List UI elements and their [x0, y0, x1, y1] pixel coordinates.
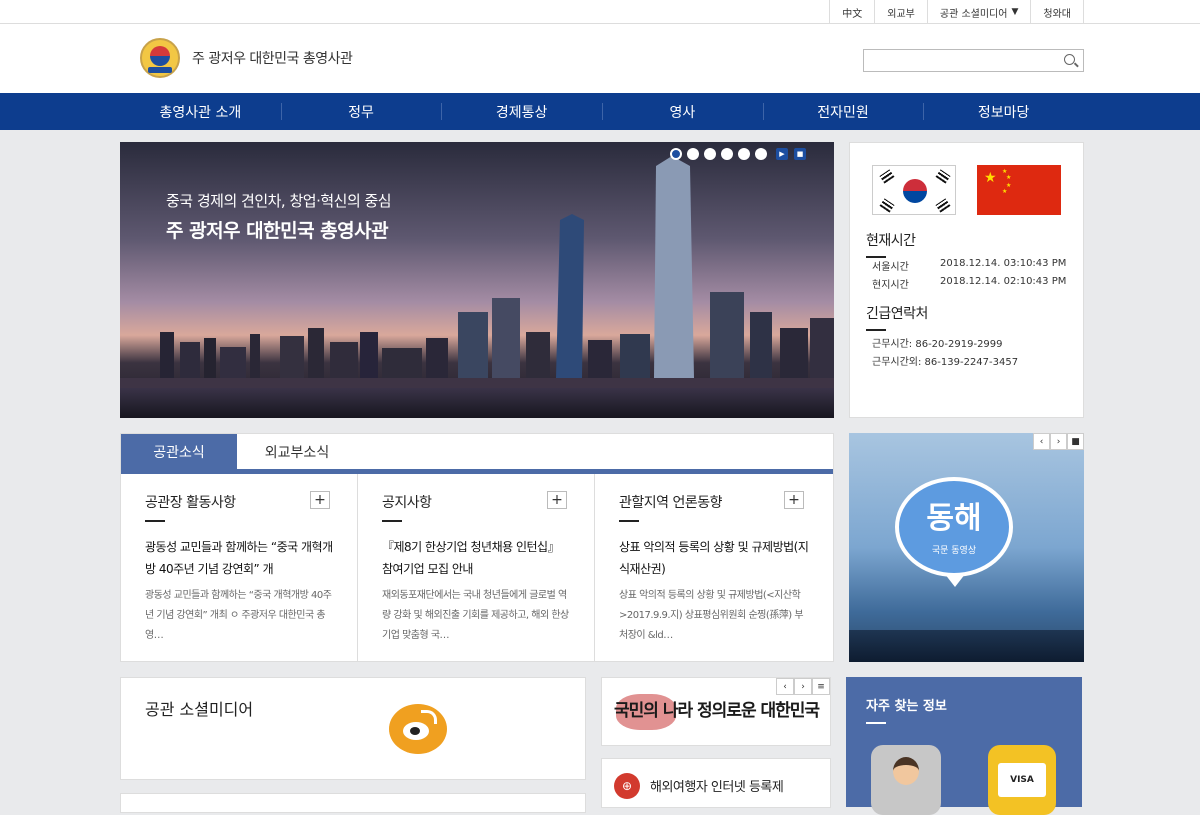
- site-title[interactable]: 주 광저우 대한민국 총영사관: [192, 48, 353, 68]
- link-mofa[interactable]: 외교부: [874, 0, 927, 24]
- chevron-down-icon: ▼: [1011, 7, 1019, 17]
- main-nav: 총영사관 소개 정무 경제통상 영사 전자민원 정보마당: [0, 93, 1200, 130]
- banner-line-2: 주 광저우 대한민국 총영사관: [166, 220, 389, 242]
- column-title: 공지사항: [382, 492, 432, 522]
- site-header: 주 광저우 대한민국 총영사관: [0, 24, 1200, 93]
- nav-item-info[interactable]: 정보마당: [923, 93, 1084, 130]
- more-plus-icon[interactable]: +: [547, 491, 567, 509]
- local-time-row: 현지시간 2018.12.14. 02:10:43 PM: [872, 276, 1066, 291]
- tab-mission-news[interactable]: 공관소식: [121, 434, 237, 469]
- video-title: 동해: [926, 501, 982, 536]
- government-emblem-icon[interactable]: [140, 38, 180, 78]
- korea-flag-icon: [872, 165, 956, 215]
- more-plus-icon[interactable]: +: [784, 491, 804, 509]
- tab-mofa-news[interactable]: 외교부소식: [237, 434, 357, 469]
- slide-dot-2[interactable]: [687, 148, 699, 160]
- promo-text: 국민의 나라 정의로운 대한민국: [614, 701, 820, 721]
- link-cheongwadae[interactable]: 청와대: [1030, 0, 1084, 24]
- slide-dot-4[interactable]: [721, 148, 733, 160]
- prev-icon[interactable]: ‹: [1033, 433, 1050, 450]
- sea-image: [849, 630, 1084, 662]
- lower-panel: [120, 793, 586, 813]
- next-icon[interactable]: ›: [1050, 433, 1067, 450]
- link-chinese[interactable]: 中文: [829, 0, 874, 24]
- social-media-panel: 공관 소셜미디어: [120, 677, 586, 780]
- slide-indicators: ▶ ■: [670, 148, 806, 160]
- news-column-notices: 공지사항 + 『제8기 한상기업 청년채용 인턴십』 참여기업 모집 안내 재외…: [358, 474, 595, 661]
- river-reflection: [120, 388, 834, 418]
- globe-icon: ⊕: [614, 773, 640, 799]
- nav-item-politics[interactable]: 정무: [280, 93, 442, 130]
- news-panel: 공관소식 외교부소식 공관장 활동사항 + 광동성 교민들과 함께하는 “중국 …: [120, 433, 834, 662]
- search-input[interactable]: [864, 51, 1044, 73]
- current-time-title: 현재시간: [866, 230, 916, 258]
- video-subtitle: 국문 동영상: [931, 546, 977, 556]
- more-plus-icon[interactable]: +: [310, 491, 330, 509]
- headline-link[interactable]: 광동성 교민들과 함께하는 “중국 개혁개방 40주년 기념 강연회” 개: [145, 536, 335, 580]
- search-icon[interactable]: [1064, 54, 1075, 65]
- link-social-media-label: 공관 소셜미디어: [939, 8, 1008, 20]
- slide-dot-5[interactable]: [738, 148, 750, 160]
- promo-banner[interactable]: 국민의 나라 정의로운 대한민국 ‹ › ≡: [601, 677, 831, 746]
- prev-icon[interactable]: ‹: [776, 678, 794, 695]
- nav-item-economy[interactable]: 경제통상: [441, 93, 602, 130]
- headline-summary: 재외동포재단에서는 국내 청년들에게 글로벌 역량 강화 및 해외진출 기회를 …: [382, 590, 569, 641]
- emergency-contact-title: 긴급연락처: [866, 303, 928, 331]
- seoul-time-row: 서울시간 2018.12.14. 03:10:43 PM: [872, 258, 1066, 273]
- search-box: [863, 49, 1084, 73]
- info-panel: ★ ★ ★ ★ ★ 현재시간 서울시간 2018.12.14. 03:10:43 …: [849, 142, 1084, 418]
- china-flag-icon: ★ ★ ★ ★ ★: [977, 165, 1061, 215]
- slide-dot-3[interactable]: [704, 148, 716, 160]
- after-hours-phone: 근무시간외: 86-139-2247-3457: [872, 357, 1019, 368]
- weibo-icon[interactable]: [389, 704, 447, 754]
- seoul-time-value: 2018.12.14. 03:10:43 PM: [940, 258, 1067, 269]
- headline-link[interactable]: 상표 악의적 등록의 상황 및 규제방법(지식재산권): [619, 536, 809, 580]
- city-skyline-image: [120, 156, 834, 388]
- slide-dot-1[interactable]: [670, 148, 682, 160]
- work-hours-phone: 근무시간: 86-20-2919-2999: [872, 339, 1003, 350]
- video-panel[interactable]: ‹ › ■ 동해 국문 동영상: [849, 433, 1084, 662]
- stop-icon[interactable]: ■: [794, 148, 806, 160]
- headline-link[interactable]: 『제8기 한상기업 청년채용 인턴십』 참여기업 모집 안내: [382, 536, 572, 580]
- social-media-title: 공관 소셜미디어: [145, 700, 254, 719]
- registration-label: 해외여행자 인터넷 등록제: [650, 780, 784, 795]
- frequent-info-title: 자주 찾는 정보: [866, 695, 947, 724]
- local-time-label: 현지시간: [872, 280, 909, 291]
- top-links: 中文 외교부 공관 소셜미디어 ▼ 청와대: [829, 0, 1084, 24]
- promo-controls: ‹ › ≡: [776, 678, 830, 695]
- news-tabs: 공관소식 외교부소식: [121, 434, 833, 474]
- visa-icon[interactable]: VISA: [988, 745, 1056, 815]
- stop-icon[interactable]: ■: [1067, 433, 1084, 450]
- visa-label: VISA: [998, 763, 1046, 797]
- news-column-media: 관할지역 언론동향 + 상표 악의적 등록의 상황 및 규제방법(지식재산권) …: [595, 474, 832, 661]
- headline-summary: 광동성 교민들과 함께하는 “중국 개혁개방 40주년 기념 강연회” 개최 ㅇ…: [145, 590, 332, 641]
- menu-icon[interactable]: ≡: [812, 678, 830, 695]
- nav-item-consular[interactable]: 영사: [602, 93, 763, 130]
- column-title: 관할지역 언론동향: [619, 492, 723, 522]
- main-banner[interactable]: 중국 경제의 견인차, 창업·혁신의 중심 주 광저우 대한민국 총영사관 ▶ …: [120, 142, 834, 418]
- headline-summary: 상표 악의적 등록의 상황 및 규제방법(<지산학>2017.9.9.지) 상표…: [619, 590, 804, 641]
- nav-item-about[interactable]: 총영사관 소개: [120, 93, 281, 130]
- person-icon[interactable]: [871, 745, 941, 815]
- seoul-time-label: 서울시간: [872, 262, 909, 273]
- next-icon[interactable]: ›: [794, 678, 812, 695]
- top-utility-bar: 中文 외교부 공관 소셜미디어 ▼ 청와대: [0, 0, 1200, 24]
- speech-bubble: 동해 국문 동영상: [895, 477, 1013, 577]
- traveler-registration-link[interactable]: ⊕ 해외여행자 인터넷 등록제: [601, 758, 831, 808]
- column-title: 공관장 활동사항: [145, 492, 236, 522]
- link-social-media[interactable]: 공관 소셜미디어 ▼: [926, 0, 1031, 24]
- play-icon[interactable]: ▶: [776, 148, 788, 160]
- video-controls: ‹ › ■: [1033, 433, 1084, 450]
- news-column-activities: 공관장 활동사항 + 광동성 교민들과 함께하는 “중국 개혁개방 40주년 기…: [121, 474, 358, 661]
- nav-item-e-civil[interactable]: 전자민원: [762, 93, 924, 130]
- slide-dot-6[interactable]: [755, 148, 767, 160]
- frequent-info-panel: 자주 찾는 정보 VISA: [846, 677, 1082, 815]
- banner-line-1: 중국 경제의 견인차, 창업·혁신의 중심: [166, 192, 392, 210]
- local-time-value: 2018.12.14. 02:10:43 PM: [940, 276, 1067, 287]
